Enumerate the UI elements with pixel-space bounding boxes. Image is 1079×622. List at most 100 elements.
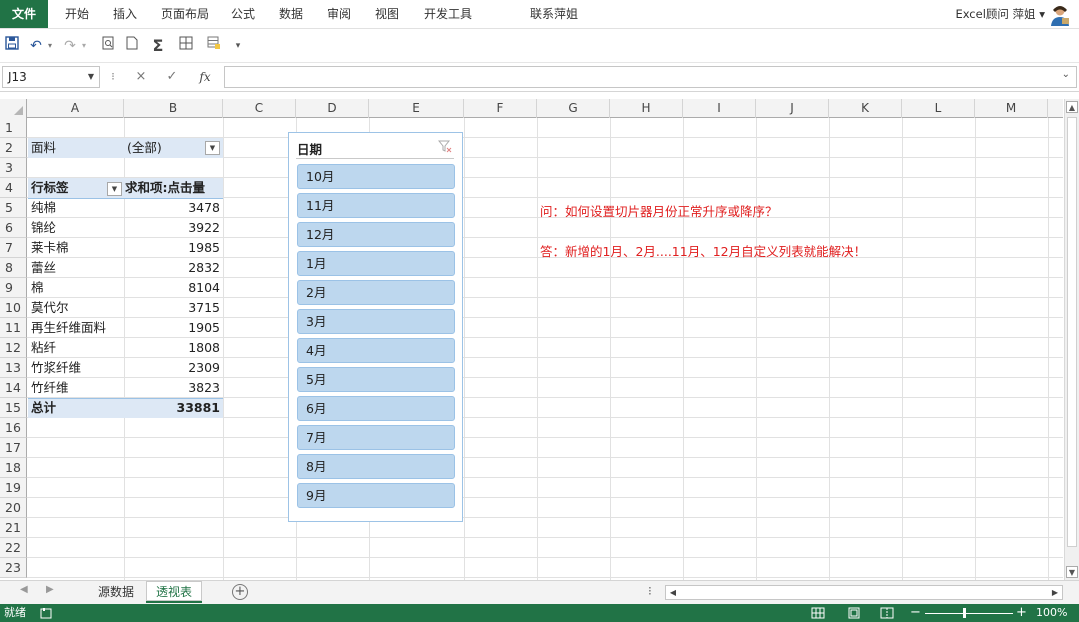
- pivot-total-value[interactable]: 33881: [124, 398, 223, 418]
- chevron-down-icon[interactable]: ▼: [88, 67, 94, 87]
- next-sheet-icon[interactable]: ▶: [46, 584, 54, 595]
- row-header[interactable]: 23: [0, 558, 27, 578]
- column-header-i[interactable]: I: [683, 99, 756, 118]
- horizontal-scrollbar[interactable]: ◀ ▶: [665, 585, 1063, 600]
- scroll-up-icon[interactable]: ▲: [1066, 101, 1078, 113]
- pivot-filter-value[interactable]: (全部): [127, 138, 162, 158]
- row-header[interactable]: 9: [0, 278, 27, 298]
- column-header-f[interactable]: F: [464, 99, 537, 118]
- worksheet-grid[interactable]: A B C D E F G H I J K L M 1 2 3 4 5 6 7 …: [0, 99, 1063, 580]
- tab-home[interactable]: 开始: [60, 0, 94, 28]
- pivot-item-value[interactable]: 1985: [124, 238, 223, 258]
- enter-icon[interactable]: ✓: [163, 67, 181, 87]
- pivot-item-name[interactable]: 棉: [31, 278, 44, 298]
- slicer-item[interactable]: 7月: [297, 425, 455, 450]
- zoom-out-icon[interactable]: −: [910, 604, 921, 622]
- row-header[interactable]: 11: [0, 318, 27, 338]
- question-note[interactable]: 问：如何设置切片器月份正常升序或降序？: [540, 202, 778, 222]
- zoom-level[interactable]: 100%: [1036, 604, 1067, 622]
- column-header-d[interactable]: D: [296, 99, 369, 118]
- tab-developer[interactable]: 开发工具: [420, 0, 476, 28]
- column-header-b[interactable]: B: [124, 99, 223, 118]
- tab-data[interactable]: 数据: [274, 0, 308, 28]
- pivot-total-label[interactable]: 总计: [31, 398, 56, 418]
- avatar-icon[interactable]: [1049, 4, 1071, 26]
- pivot-item-value[interactable]: 2832: [124, 258, 223, 278]
- pivot-item-name[interactable]: 纯棉: [31, 198, 56, 218]
- format-table-icon[interactable]: [204, 36, 224, 56]
- scroll-down-icon[interactable]: ▼: [1066, 566, 1078, 578]
- column-header-m[interactable]: M: [975, 99, 1048, 118]
- insert-function-icon[interactable]: fx: [196, 67, 214, 87]
- pivot-filter-label[interactable]: 面料: [31, 138, 56, 158]
- sheet-tab-source[interactable]: 源数据: [88, 581, 144, 603]
- row-header[interactable]: 16: [0, 418, 27, 438]
- slicer-item[interactable]: 6月: [297, 396, 455, 421]
- select-all-button[interactable]: [0, 99, 27, 118]
- zoom-slider-thumb[interactable]: [963, 608, 966, 618]
- slicer-item[interactable]: 10月: [297, 164, 455, 189]
- row-header[interactable]: 6: [0, 218, 27, 238]
- slicer-item[interactable]: 11月: [297, 193, 455, 218]
- prev-sheet-icon[interactable]: ◀: [20, 584, 28, 595]
- save-icon[interactable]: [2, 36, 22, 56]
- pivot-item-name[interactable]: 粘纤: [31, 338, 56, 358]
- answer-note[interactable]: 答：新增的1月、2月....11月、12月自定义列表就能解决！: [540, 242, 866, 262]
- pivot-row-label-header[interactable]: 行标签: [31, 178, 69, 198]
- column-header-l[interactable]: L: [902, 99, 975, 118]
- macro-record-icon[interactable]: [40, 604, 52, 622]
- pivot-item-name[interactable]: 再生纤维面料: [31, 318, 106, 338]
- row-header[interactable]: 21: [0, 518, 27, 538]
- pivot-item-name[interactable]: 竹浆纤维: [31, 358, 81, 378]
- slicer-item[interactable]: 8月: [297, 454, 455, 479]
- row-header[interactable]: 22: [0, 538, 27, 558]
- autosum-icon[interactable]: Σ: [148, 36, 168, 56]
- print-preview-icon[interactable]: [98, 36, 118, 56]
- account-name[interactable]: Excel顾问 萍姐 ▾: [955, 0, 1045, 28]
- slicer-item[interactable]: 12月: [297, 222, 455, 247]
- column-header-k[interactable]: K: [829, 99, 902, 118]
- row-header[interactable]: 20: [0, 498, 27, 518]
- row-header[interactable]: 12: [0, 338, 27, 358]
- tab-file[interactable]: 文件: [0, 0, 48, 28]
- row-header[interactable]: 8: [0, 258, 27, 278]
- row-header[interactable]: 5: [0, 198, 27, 218]
- pivot-item-name[interactable]: 竹纤维: [31, 378, 69, 398]
- pivot-item-value[interactable]: 8104: [124, 278, 223, 298]
- scroll-right-icon[interactable]: ▶: [1049, 586, 1061, 599]
- pivot-value-header[interactable]: 求和项:点击量: [125, 178, 205, 198]
- row-header[interactable]: 2: [0, 138, 27, 158]
- column-header-e[interactable]: E: [369, 99, 464, 118]
- pivot-item-value[interactable]: 3922: [124, 218, 223, 238]
- formula-input[interactable]: ⌄: [224, 66, 1077, 88]
- pivot-item-name[interactable]: 莱卡棉: [31, 238, 69, 258]
- pivot-item-value[interactable]: 1905: [124, 318, 223, 338]
- new-document-icon[interactable]: [122, 36, 142, 56]
- row-header[interactable]: 15: [0, 398, 27, 418]
- pivot-item-value[interactable]: 2309: [124, 358, 223, 378]
- column-header-j[interactable]: J: [756, 99, 829, 118]
- column-header-h[interactable]: H: [610, 99, 683, 118]
- clear-filter-icon[interactable]: [437, 139, 452, 156]
- column-header-a[interactable]: A: [27, 99, 124, 118]
- page-layout-view-icon[interactable]: [848, 604, 860, 622]
- page-break-view-icon[interactable]: [880, 604, 894, 622]
- tab-view[interactable]: 视图: [370, 0, 404, 28]
- zoom-slider[interactable]: [925, 613, 1013, 614]
- tab-insert[interactable]: 插入: [108, 0, 142, 28]
- tab-contact[interactable]: 联系萍姐QQ29142880: [492, 0, 616, 49]
- slicer-item[interactable]: 1月: [297, 251, 455, 276]
- row-header[interactable]: 4: [0, 178, 27, 198]
- slicer-item[interactable]: 9月: [297, 483, 455, 508]
- zoom-in-icon[interactable]: +: [1016, 604, 1027, 622]
- tab-page-layout[interactable]: 页面布局: [156, 0, 214, 28]
- pivot-item-value[interactable]: 1808: [124, 338, 223, 358]
- row-header[interactable]: 1: [0, 118, 27, 138]
- vertical-scrollbar[interactable]: ▲ ▼: [1064, 99, 1079, 580]
- sheet-tab-pivot[interactable]: 透视表: [146, 581, 203, 603]
- row-header[interactable]: 17: [0, 438, 27, 458]
- scroll-thumb[interactable]: [1067, 117, 1077, 547]
- pivot-item-value[interactable]: 3823: [124, 378, 223, 398]
- redo-dropdown-icon[interactable]: ▾: [74, 36, 94, 56]
- row-header[interactable]: 7: [0, 238, 27, 258]
